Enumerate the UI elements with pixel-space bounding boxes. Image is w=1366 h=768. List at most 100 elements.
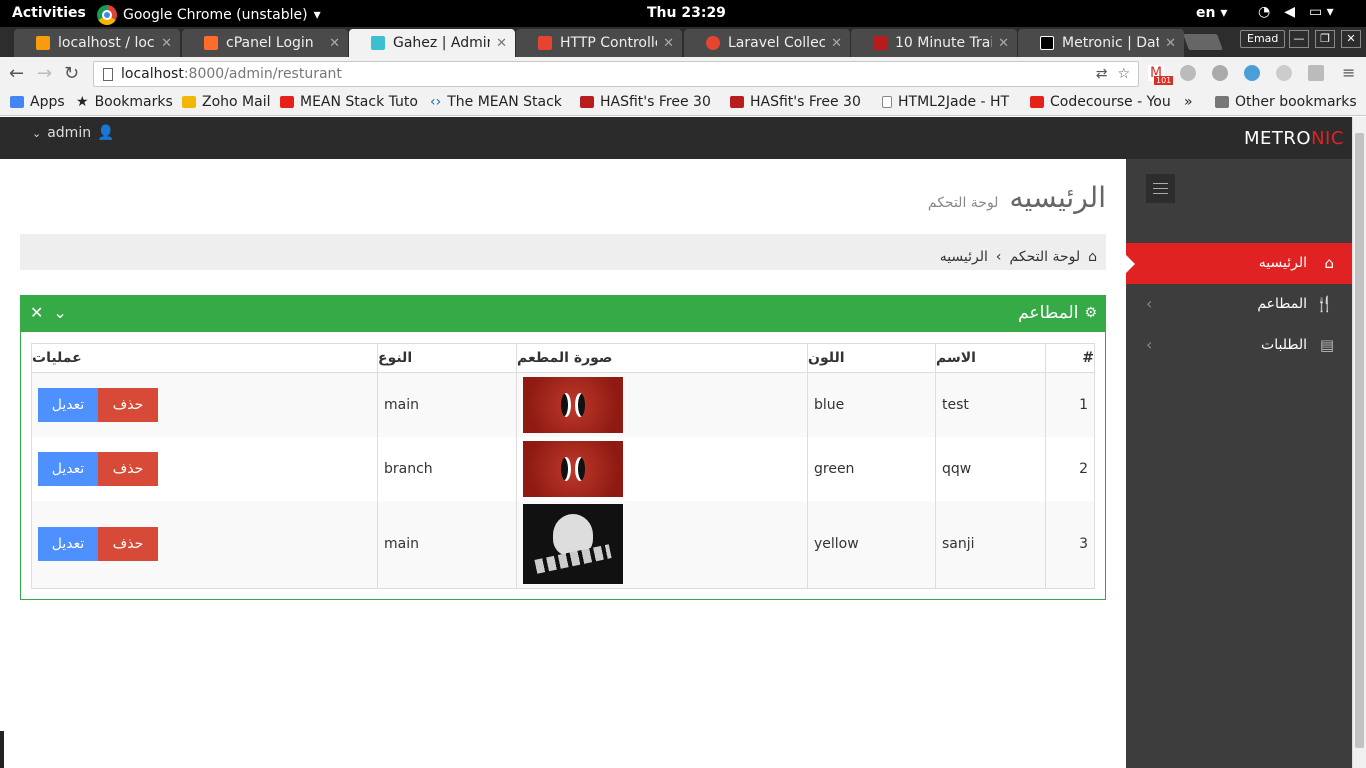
table-row: 3 sanji yellow main حذفتعديل	[31, 500, 1095, 589]
chrome-icon	[97, 5, 117, 25]
activities-button[interactable]: Activities	[12, 5, 86, 21]
column-header-type[interactable]: النوع	[377, 343, 517, 373]
metronic-logo[interactable]: METRONIC	[1244, 128, 1344, 149]
close-tab-icon[interactable]: ✕	[161, 36, 172, 51]
restaurant-image-cell	[516, 372, 808, 437]
close-icon[interactable]: ✕	[30, 303, 43, 322]
wifi-icon: ◔	[1258, 4, 1271, 20]
mail-icon	[182, 96, 196, 108]
column-header-number[interactable]: #	[1045, 343, 1095, 373]
column-header-image[interactable]: صورة المطعم	[516, 343, 808, 373]
bookmark-codecourse[interactable]: Codecourse - You	[1030, 94, 1170, 110]
page-scrollbar[interactable]	[1352, 117, 1366, 768]
scrollbar-thumb[interactable]	[1355, 133, 1364, 748]
row-number: 1	[1045, 372, 1095, 437]
close-tab-icon[interactable]: ✕	[663, 36, 674, 51]
apps-icon	[10, 96, 24, 108]
close-tab-icon[interactable]: ✕	[1165, 36, 1176, 51]
page-icon	[882, 96, 892, 108]
tab-laravel-collection[interactable]: Laravel Collecti ✕	[684, 29, 850, 57]
bookmark-apps[interactable]: Apps	[10, 94, 70, 110]
edit-button[interactable]: تعديل	[38, 451, 98, 486]
bookmark-the-mean-stack[interactable]: ‹› The MEAN Stack	[430, 94, 570, 110]
close-window-button[interactable]: ✕	[1341, 30, 1361, 48]
close-tab-icon[interactable]: ✕	[831, 36, 842, 51]
chevron-left-icon: ›	[995, 248, 1002, 265]
sidebar-item-restaurants[interactable]: ‹ المطاعم 🍴	[1126, 284, 1352, 325]
bookmark-zoho-mail[interactable]: Zoho Mail	[182, 94, 274, 110]
reload-button[interactable]: ↻	[64, 63, 79, 84]
tab-http-controller[interactable]: HTTP Controller✕	[516, 29, 682, 57]
globe-extension-icon[interactable]	[1244, 65, 1260, 81]
fedora-extension-icon[interactable]	[1212, 65, 1228, 81]
language-indicator[interactable]: en ▾	[1196, 5, 1227, 21]
favicon-icon	[706, 36, 720, 50]
restaurant-type: main	[377, 372, 517, 437]
system-tray[interactable]: ◔ ◀ ▭ ▾	[1258, 4, 1334, 20]
bookmark-html2jade[interactable]: HTML2Jade - HT	[882, 94, 1022, 110]
maximize-button[interactable]: ❐	[1315, 30, 1335, 48]
collapse-icon[interactable]: ⌄	[53, 303, 66, 322]
menu-icon[interactable]: ≡	[1342, 63, 1355, 82]
folder-icon	[1215, 96, 1229, 108]
portlet-tools: ✕ ⌄	[30, 303, 67, 322]
tab-strip: localhost / localh✕ cPanel Login✕ Gahez …	[0, 27, 1366, 57]
clock[interactable]: Thu 23:29	[647, 5, 726, 21]
browser-toolbar: ← → ↻ localhost:8000/admin/resturant ⇄ ☆…	[0, 57, 1366, 90]
row-number: 3	[1045, 500, 1095, 589]
m-extension-icon[interactable]	[1276, 65, 1292, 81]
restaurant-type: branch	[377, 436, 517, 501]
restaurant-color: yellow	[807, 500, 936, 589]
hasfit-icon	[730, 96, 744, 108]
chevron-down-icon: ⌄	[32, 126, 42, 140]
sidebar-item-orders[interactable]: ‹ الطلبات ▤	[1126, 325, 1352, 366]
breadcrumb-item-dashboard[interactable]: لوحة التحكم	[1010, 249, 1081, 265]
edit-button[interactable]: تعديل	[38, 387, 98, 422]
home-icon: ⌂	[1324, 254, 1334, 272]
breadcrumb-item-home[interactable]: الرئيسيه	[940, 249, 988, 265]
page-icon	[103, 68, 113, 81]
back-button[interactable]: ←	[9, 63, 24, 84]
tab-10-minute-train[interactable]: 10 Minute Train✕	[851, 29, 1017, 57]
sidebar-item-home[interactable]: الرئيسيه ⌂	[1126, 243, 1352, 284]
favicon-icon	[371, 36, 385, 50]
skull-image	[523, 504, 623, 585]
delete-button[interactable]: حذف	[98, 527, 158, 562]
translate-icon[interactable]: ⇄	[1096, 62, 1108, 86]
tab-metronic-data[interactable]: Metronic | Data ✕	[1018, 29, 1184, 57]
favicon-icon	[538, 36, 552, 50]
bookmark-bookmarks[interactable]: ★ Bookmarks	[76, 94, 176, 110]
new-tab-button[interactable]	[1183, 34, 1223, 50]
restaurant-color: blue	[807, 372, 936, 437]
cast-extension-icon[interactable]	[1308, 65, 1324, 81]
tab-gahez-admin[interactable]: Gahez | Admin D✕	[349, 29, 515, 57]
tab-cpanel[interactable]: cPanel Login ✕	[182, 29, 348, 57]
sidebar-toggle-button[interactable]	[1146, 174, 1175, 203]
gears-icon: ⚙	[1084, 305, 1097, 321]
star-icon[interactable]: ☆	[1117, 62, 1130, 86]
favicon-icon	[873, 36, 887, 50]
column-header-name[interactable]: الاسم	[935, 343, 1046, 373]
tab-localhost-pma[interactable]: localhost / localh✕	[14, 29, 180, 57]
bookmark-hasfit-2[interactable]: HASfit's Free 30	[730, 94, 870, 110]
youtube-icon	[1030, 96, 1044, 108]
close-tab-icon[interactable]: ✕	[998, 36, 1009, 51]
delete-button[interactable]: حذف	[98, 387, 158, 422]
edit-button[interactable]: تعديل	[38, 527, 98, 562]
minimize-button[interactable]: —	[1289, 30, 1309, 48]
bookmarks-overflow-button[interactable]: »	[1184, 94, 1193, 110]
column-header-color[interactable]: اللون	[807, 343, 936, 373]
address-bar[interactable]: localhost:8000/admin/resturant ⇄ ☆	[93, 61, 1139, 87]
user-menu[interactable]: ⌄ admin 👤	[32, 125, 115, 141]
dropbox-extension-icon[interactable]	[1180, 65, 1196, 81]
top-header: ⌄ admin 👤 METRONIC	[0, 117, 1352, 159]
delete-button[interactable]: حذف	[98, 451, 158, 486]
other-bookmarks[interactable]: Other bookmarks	[1215, 94, 1357, 110]
close-tab-icon[interactable]: ✕	[329, 36, 340, 51]
close-tab-icon[interactable]: ✕	[496, 36, 507, 51]
bookmark-mean-stack-tuto[interactable]: MEAN Stack Tuto	[280, 94, 420, 110]
profile-button[interactable]: Emad	[1240, 30, 1286, 48]
bookmark-hasfit-1[interactable]: HASfit's Free 30	[580, 94, 720, 110]
app-menu[interactable]: Google Chrome (unstable) ▾	[97, 5, 321, 25]
forward-button[interactable]: →	[37, 63, 52, 84]
